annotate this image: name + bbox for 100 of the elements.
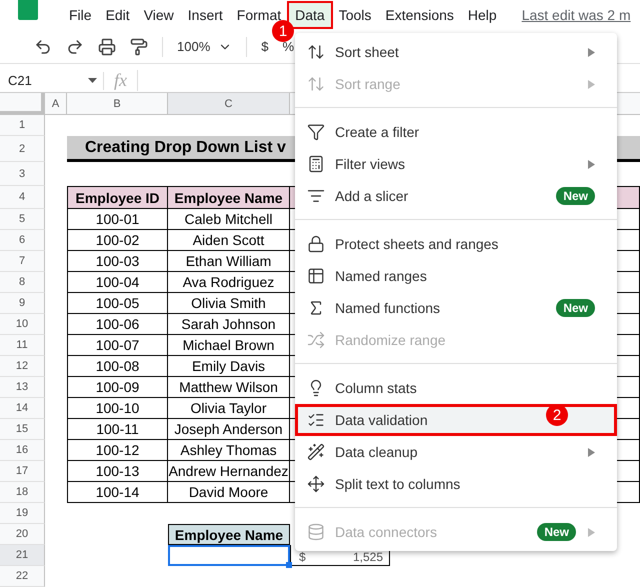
table-cell: 100-10: [67, 398, 168, 419]
table-cell: 100-09: [67, 377, 168, 398]
zoom-dropdown[interactable]: 100%: [177, 39, 232, 54]
table-cell: 100-04: [67, 272, 168, 293]
table-cell: 100-08: [67, 356, 168, 377]
table-cell: 100-03: [67, 251, 168, 272]
table-cell: Ashley Thomas: [168, 440, 290, 461]
undo-icon[interactable]: [34, 38, 52, 56]
menu-item[interactable]: Help: [462, 3, 503, 28]
lookup-header: Employee Name: [168, 524, 290, 545]
row-header[interactable]: 6: [0, 230, 45, 251]
menu-item[interactable]: Named functions New: [295, 292, 617, 324]
row-header[interactable]: 2: [0, 136, 45, 162]
row-header[interactable]: 12: [0, 356, 45, 377]
row-header[interactable]: 5: [0, 209, 45, 230]
row-header[interactable]: 21: [0, 545, 45, 566]
table-cell: 100-05: [67, 293, 168, 314]
menu-item[interactable]: Insert: [182, 3, 229, 28]
table-cell: Ava Rodriguez: [168, 272, 290, 293]
currency-button[interactable]: $: [261, 39, 268, 54]
menu-item[interactable]: File: [63, 3, 98, 28]
table-cell: Sarah Johnson: [168, 314, 290, 335]
row-header[interactable]: 17: [0, 461, 45, 482]
fx-label: fx: [104, 70, 138, 92]
print-icon[interactable]: [98, 38, 116, 56]
selected-cell[interactable]: [168, 545, 290, 566]
table-cell: 100-11: [67, 419, 168, 440]
menu-item[interactable]: Tools: [332, 3, 378, 28]
table-cell: David Moore: [168, 482, 290, 503]
lines-icon: [307, 187, 325, 205]
table-cell: 100-01: [67, 209, 168, 230]
row-header[interactable]: 15: [0, 419, 45, 440]
menu-item[interactable]: Add a slicer New: [295, 180, 617, 212]
database-icon: [307, 523, 325, 541]
filter-icon: [307, 123, 325, 141]
menu-item[interactable]: Protect sheets and ranges: [295, 228, 617, 260]
result-value: 1,525: [352, 551, 383, 564]
table-cell: 100-02: [67, 230, 168, 251]
sort-icon: [307, 75, 325, 93]
checklist-icon: [307, 411, 325, 429]
table-cell: Matthew Wilson: [168, 377, 290, 398]
calculator-icon: [307, 155, 325, 173]
last-edit-link[interactable]: Last edit was 2 m: [522, 7, 631, 24]
row-header[interactable]: 9: [0, 293, 45, 314]
row-header[interactable]: 8: [0, 272, 45, 293]
new-badge: New: [556, 299, 595, 317]
row-header[interactable]: 3: [0, 162, 45, 186]
menu-item[interactable]: Split text to columns: [295, 468, 617, 500]
step-number: 1: [272, 20, 294, 42]
row-header[interactable]: 16: [0, 440, 45, 461]
currency-symbol: $: [299, 551, 306, 564]
table-icon: [307, 267, 325, 285]
wand-icon: [307, 443, 325, 461]
table-cell: Emily Davis: [168, 356, 290, 377]
table-cell: Michael Brown: [168, 335, 290, 356]
table-cell: Joseph Anderson: [168, 419, 290, 440]
table-cell: 100-12: [67, 440, 168, 461]
menu-item[interactable]: View: [138, 3, 180, 28]
column-header[interactable]: B: [67, 93, 168, 115]
menu-item[interactable]: Data cleanup: [295, 436, 617, 468]
table-cell: 100-14: [67, 482, 168, 503]
row-header[interactable]: 11: [0, 335, 45, 356]
table-cell: 100-13: [67, 461, 168, 482]
redo-icon[interactable]: [66, 38, 84, 56]
table-cell: 100-07: [67, 335, 168, 356]
table-cell: Olivia Smith: [168, 293, 290, 314]
menu-item[interactable]: Named ranges: [295, 260, 617, 292]
name-box[interactable]: C21: [0, 72, 104, 90]
table-cell: Ethan William: [168, 251, 290, 272]
row-header[interactable]: 22: [0, 566, 45, 587]
row-header[interactable]: 20: [0, 524, 45, 545]
table-header: Employee Name: [168, 186, 290, 209]
menu-item[interactable]: Extensions: [379, 3, 460, 28]
row-header[interactable]: 13: [0, 377, 45, 398]
lock-icon: [307, 235, 325, 253]
sort-icon: [307, 43, 325, 61]
menu-item[interactable]: Edit: [100, 3, 136, 28]
new-badge: New: [537, 523, 576, 541]
new-badge: New: [556, 187, 595, 205]
row-header[interactable]: 10: [0, 314, 45, 335]
paint-format-icon[interactable]: [130, 38, 148, 56]
row-header[interactable]: 4: [0, 186, 45, 209]
menu-item[interactable]: Sort sheet: [295, 36, 617, 68]
arrows-icon: [307, 475, 325, 493]
table-cell: Caleb Mitchell: [168, 209, 290, 230]
table-cell: Aiden Scott: [168, 230, 290, 251]
row-header[interactable]: 1: [0, 115, 45, 136]
table-cell: Olivia Taylor: [168, 398, 290, 419]
row-header[interactable]: 19: [0, 503, 45, 524]
caret-icon: [88, 78, 97, 84]
row-header[interactable]: 7: [0, 251, 45, 272]
table-cell: 100-06: [67, 314, 168, 335]
menu-item[interactable]: Data: [289, 3, 331, 28]
table-cell: Andrew Hernandez: [168, 461, 290, 482]
menu-item[interactable]: Column stats: [295, 372, 617, 404]
row-header[interactable]: 14: [0, 398, 45, 419]
row-header[interactable]: 18: [0, 482, 45, 503]
column-header[interactable]: A: [45, 93, 67, 115]
percent-button[interactable]: %: [282, 39, 294, 54]
column-header[interactable]: C: [168, 93, 290, 115]
